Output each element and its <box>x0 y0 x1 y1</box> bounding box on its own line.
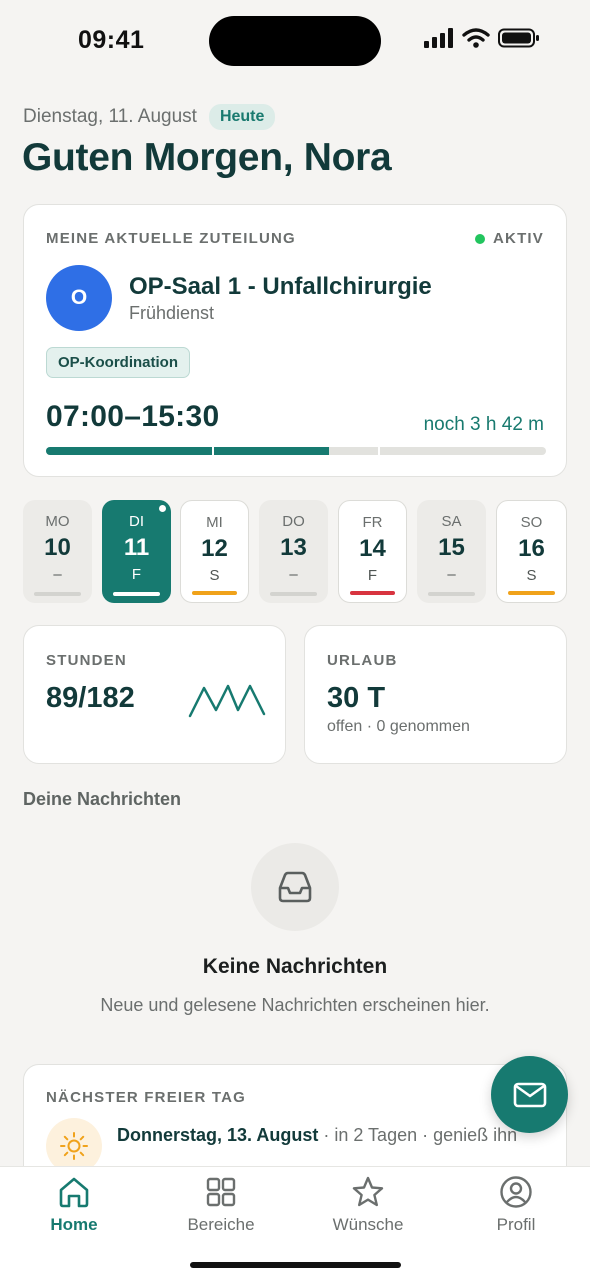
shift-progress-fill <box>46 447 329 455</box>
shift-indicator-bar <box>428 592 475 596</box>
hours-label: STUNDEN <box>46 652 127 669</box>
sun-icon <box>60 1132 88 1160</box>
day-number: 13 <box>280 534 307 561</box>
profile-icon <box>500 1176 532 1208</box>
day-abbr: DI <box>129 513 144 530</box>
shift-indicator-bar <box>508 591 555 595</box>
tab-wuensche[interactable]: Wünsche <box>308 1175 428 1235</box>
day-abbr: FR <box>362 514 383 531</box>
shift-indicator-bar <box>34 592 81 596</box>
empty-messages-title: Keine Nachrichten <box>202 955 388 978</box>
day-number: 12 <box>201 535 228 562</box>
vacation-detail: offen · 0 genommen <box>327 718 470 735</box>
day-cell-mi[interactable]: MI 12 S <box>180 500 249 603</box>
greeting-title: Guten Morgen, Nora <box>22 136 392 179</box>
tab-profil[interactable]: Profil <box>456 1175 576 1235</box>
tab-wuensche-label: Wünsche <box>332 1215 404 1234</box>
mail-icon <box>513 1082 546 1107</box>
progress-divider <box>378 447 380 455</box>
empty-messages-subtitle: Neue und gelesene Nachrichten erscheinen… <box>100 995 490 1015</box>
active-status: AKTIV <box>475 230 544 247</box>
next-free-day-text: Donnerstag, 13. August · in 2 Tagen · ge… <box>117 1122 537 1149</box>
sun-icon-wrapper <box>46 1118 102 1166</box>
today-badge: Heute <box>208 104 276 130</box>
shift-indicator-bar <box>113 592 160 596</box>
day-abbr: SA <box>441 513 462 530</box>
grid-icon <box>206 1177 236 1207</box>
shift-indicator-bar <box>270 592 317 596</box>
tab-profil-label: Profil <box>496 1215 536 1234</box>
day-cell-so[interactable]: SO 16 S <box>496 500 567 603</box>
shift-code: S <box>526 567 537 584</box>
day-cell-mo[interactable]: MO 10 – <box>23 500 92 603</box>
today-dot <box>159 505 166 512</box>
day-number: 16 <box>518 535 545 562</box>
home-indicator <box>190 1262 401 1268</box>
shift-code: S <box>209 567 220 584</box>
vacation-value: 30 T <box>327 682 386 714</box>
vacation-card[interactable]: URLAUB 30 T offen · 0 genommen <box>304 625 567 764</box>
role-chip: OP-Koordination <box>46 347 190 378</box>
next-free-day-card[interactable]: NÄCHSTER FREIER TAG Donnerstag, 13. Augu… <box>23 1064 567 1166</box>
star-icon <box>352 1176 384 1207</box>
active-label: AKTIV <box>493 230 544 247</box>
day-number: 11 <box>123 534 150 561</box>
next-free-day-heading: NÄCHSTER FREIER TAG <box>46 1089 247 1106</box>
next-free-day-date: Donnerstag, 13. August <box>117 1125 319 1145</box>
hours-card[interactable]: STUNDEN 89/182 <box>23 625 286 764</box>
room-name: OP-Saal 1 - Unfallchirurgie <box>129 273 432 300</box>
tab-bereiche[interactable]: Bereiche <box>161 1175 281 1235</box>
assignment-card[interactable]: MEINE AKTUELLE ZUTEILUNG AKTIV O OP-Saal… <box>23 204 567 477</box>
shift-code: – <box>447 566 456 583</box>
shift-code: – <box>289 566 298 583</box>
tab-home[interactable]: Home <box>14 1175 134 1235</box>
week-strip: MO 10 – DI 11 F MI 12 S DO 13 – FR 14 F <box>23 500 567 603</box>
progress-divider <box>212 447 214 455</box>
inbox-icon <box>278 871 312 903</box>
shift-indicator-bar <box>192 591 237 595</box>
hours-value: 89/182 <box>46 682 135 714</box>
hours-sparkline <box>188 684 266 718</box>
messages-section-title: Deine Nachrichten <box>23 789 182 809</box>
tab-home-label: Home <box>50 1215 98 1234</box>
shift-code: F <box>131 566 142 583</box>
next-free-day-note: · in 2 Tagen · genieß ihn <box>318 1125 518 1145</box>
scroll-content[interactable]: Dienstag, 11. August Heute Guten Morgen,… <box>0 0 590 1166</box>
compose-message-button[interactable] <box>491 1056 568 1133</box>
day-abbr: DO <box>282 513 305 530</box>
home-icon <box>59 1177 89 1208</box>
shift-code: – <box>53 566 62 583</box>
time-remaining: noch 3 h 42 m <box>423 414 544 435</box>
current-date: Dienstag, 11. August <box>23 106 197 127</box>
day-number: 15 <box>438 534 465 561</box>
shift-code: F <box>367 567 378 584</box>
vacation-label: URLAUB <box>327 652 398 669</box>
shift-time-range: 07:00–15:30 <box>46 400 220 433</box>
day-number: 10 <box>44 534 71 561</box>
shift-progress-bar <box>46 447 546 455</box>
day-abbr: SO <box>520 514 543 531</box>
day-cell-sa[interactable]: SA 15 – <box>417 500 486 603</box>
assignment-heading: MEINE AKTUELLE ZUTEILUNG <box>46 230 296 247</box>
shift-name: Frühdienst <box>129 303 215 323</box>
tab-bereiche-label: Bereiche <box>187 1215 255 1234</box>
day-abbr: MO <box>45 513 70 530</box>
day-cell-di[interactable]: DI 11 F <box>102 500 171 603</box>
day-number: 14 <box>359 535 386 562</box>
day-cell-do[interactable]: DO 13 – <box>259 500 328 603</box>
active-dot <box>475 233 485 244</box>
shift-indicator-bar <box>350 591 395 595</box>
day-cell-fr[interactable]: FR 14 F <box>338 500 407 603</box>
day-abbr: MI <box>206 514 223 531</box>
room-avatar: O <box>46 265 112 331</box>
inbox-icon-wrapper <box>251 843 339 931</box>
date-line: Dienstag, 11. August Heute <box>23 104 276 130</box>
